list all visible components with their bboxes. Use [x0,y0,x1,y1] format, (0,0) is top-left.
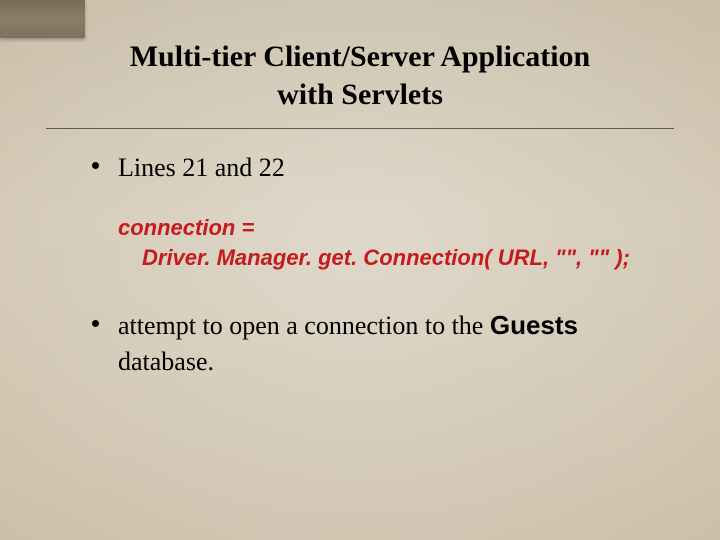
title-line-1: Multi-tier Client/Server Application [0,38,720,76]
code-line-1: connection = [118,213,652,243]
bullet-icon [92,320,99,327]
slide-body: Lines 21 and 22 connection = Driver. Man… [92,150,652,407]
bullet-item: Lines 21 and 22 [92,150,652,185]
slide-title: Multi-tier Client/Server Application wit… [0,38,720,113]
title-line-2: with Servlets [0,76,720,114]
bullet-text: attempt to open a connection to the Gues… [118,308,652,378]
bullet-text-pre: attempt to open a connection to the [118,311,490,340]
bullet-item: attempt to open a connection to the Gues… [92,308,652,378]
title-underline [46,128,674,129]
bullet-text: Lines 21 and 22 [118,150,652,185]
bullet-text-post: database. [118,347,214,376]
corner-decoration [0,0,85,38]
bullet-icon [92,162,99,169]
slide: Multi-tier Client/Server Application wit… [0,0,720,540]
code-line-2: Driver. Manager. get. Connection( URL, "… [118,243,652,273]
database-name: Guests [490,310,578,340]
code-snippet: connection = Driver. Manager. get. Conne… [118,213,652,272]
